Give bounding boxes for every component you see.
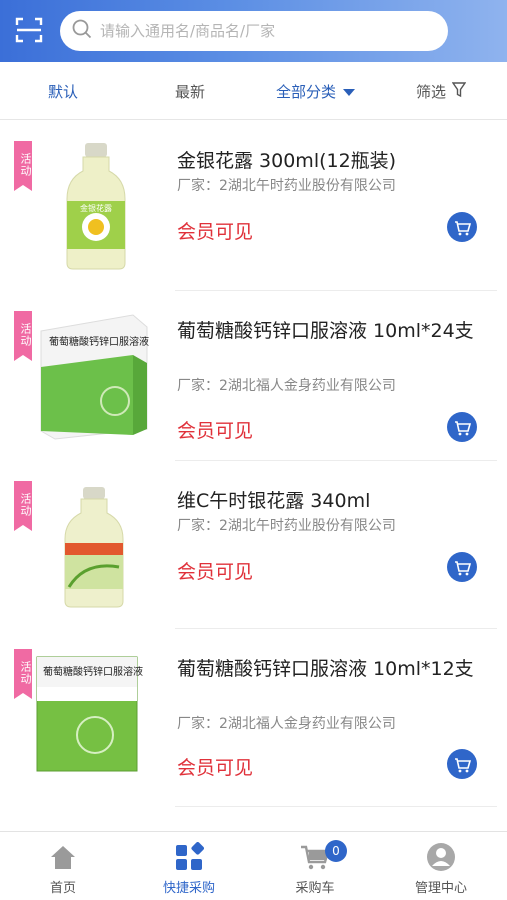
- product-price: 会员可见: [177, 757, 254, 779]
- product-image[interactable]: 葡萄糖酸钙锌口服溶液: [35, 643, 153, 783]
- top-header: [0, 0, 507, 62]
- product-image[interactable]: 金银花露: [35, 135, 153, 275]
- tab-quick-purchase-label: 快捷采购: [162, 881, 215, 896]
- activity-tag: 活动: [14, 141, 32, 191]
- home-icon: [48, 842, 78, 872]
- tab-home-label: 首页: [49, 881, 76, 896]
- product-maker: 厂家：2湖北午时药业股份有限公司: [177, 518, 396, 534]
- add-to-cart-button[interactable]: [447, 212, 477, 242]
- product-price: 会员可见: [177, 561, 254, 583]
- product-maker: 厂家：2湖北午时药业股份有限公司: [177, 178, 396, 194]
- product-item[interactable]: 活动 金银花露 金银花露 300ml(12瓶装) 厂家：2湖北午时药业股份有限公…: [0, 121, 507, 291]
- product-name[interactable]: 金银花露 300ml(12瓶装): [177, 146, 477, 177]
- tab-home[interactable]: 首页: [0, 832, 126, 900]
- search-bar[interactable]: [60, 11, 448, 51]
- add-to-cart-button[interactable]: [447, 552, 477, 582]
- cart-icon: [455, 221, 472, 236]
- filter-screen[interactable]: 筛选: [416, 81, 467, 102]
- scan-icon[interactable]: [14, 15, 44, 45]
- product-maker: 厂家：2湖北福人金身药业有限公司: [177, 716, 396, 732]
- search-input[interactable]: [100, 22, 420, 40]
- filter-category-label: 全部分类: [276, 83, 337, 101]
- product-name[interactable]: 维C午时银花露 340ml: [177, 486, 477, 517]
- cart-icon: [455, 758, 472, 773]
- filter-default[interactable]: 默认: [48, 81, 78, 102]
- grid-icon: [174, 842, 204, 872]
- tab-management-label: 管理中心: [414, 881, 467, 896]
- bottom-tab-bar: 首页 快捷采购 0 采购车 管理中心: [0, 831, 507, 900]
- activity-tag: 活动: [14, 481, 32, 531]
- filter-screen-label: 筛选: [416, 83, 447, 101]
- filter-newest-label: 最新: [175, 83, 206, 101]
- product-name[interactable]: 葡萄糖酸钙锌口服溶液 10ml*12支: [177, 654, 477, 685]
- activity-tag: 活动: [14, 649, 32, 699]
- add-to-cart-button[interactable]: [447, 412, 477, 442]
- activity-tag: 活动: [14, 311, 32, 361]
- product-list: 活动 金银花露 金银花露 300ml(12瓶装) 厂家：2湖北午时药业股份有限公…: [0, 121, 507, 807]
- product-name[interactable]: 葡萄糖酸钙锌口服溶液 10ml*24支: [177, 316, 477, 347]
- search-icon: [72, 19, 92, 43]
- user-avatar-icon: [426, 842, 456, 872]
- filter-default-label: 默认: [48, 83, 79, 101]
- product-price: 会员可见: [177, 420, 254, 442]
- product-item[interactable]: 活动 维C午时银花露 340ml 厂家：2湖北午时药业股份有限公司 会员可见: [0, 461, 507, 629]
- box-title: 金银花露: [80, 203, 112, 213]
- divider: [175, 806, 497, 807]
- product-image[interactable]: [35, 475, 153, 615]
- product-maker: 厂家：2湖北福人金身药业有限公司: [177, 378, 396, 394]
- tab-management[interactable]: 管理中心: [378, 832, 504, 900]
- funnel-icon: [451, 81, 467, 102]
- add-to-cart-button[interactable]: [447, 749, 477, 779]
- tab-cart-label: 采购车: [295, 881, 335, 896]
- caret-down-icon: [342, 83, 356, 101]
- cart-icon: [455, 561, 472, 576]
- cart-icon: [455, 421, 472, 436]
- product-image[interactable]: 葡萄糖酸钙锌口服溶液: [35, 305, 153, 445]
- filter-bar: 默认 最新 全部分类 筛选: [0, 62, 507, 120]
- filter-category[interactable]: 全部分类: [276, 81, 356, 102]
- tab-quick-purchase[interactable]: 快捷采购: [126, 832, 252, 900]
- product-item[interactable]: 活动 葡萄糖酸钙锌口服溶液 葡萄糖酸钙锌口服溶液 10ml*12支 厂家：2湖北…: [0, 629, 507, 807]
- box-title: 葡萄糖酸钙锌口服溶液: [43, 665, 143, 678]
- tab-cart[interactable]: 0 采购车: [252, 832, 378, 900]
- filter-newest[interactable]: 最新: [175, 81, 205, 102]
- cart-count-badge: 0: [325, 840, 347, 862]
- product-price: 会员可见: [177, 221, 254, 243]
- box-title: 葡萄糖酸钙锌口服溶液: [49, 335, 149, 348]
- product-item[interactable]: 活动 葡萄糖酸钙锌口服溶液 葡萄糖酸钙锌口服溶液 10ml*24支 厂家：2湖北…: [0, 291, 507, 461]
